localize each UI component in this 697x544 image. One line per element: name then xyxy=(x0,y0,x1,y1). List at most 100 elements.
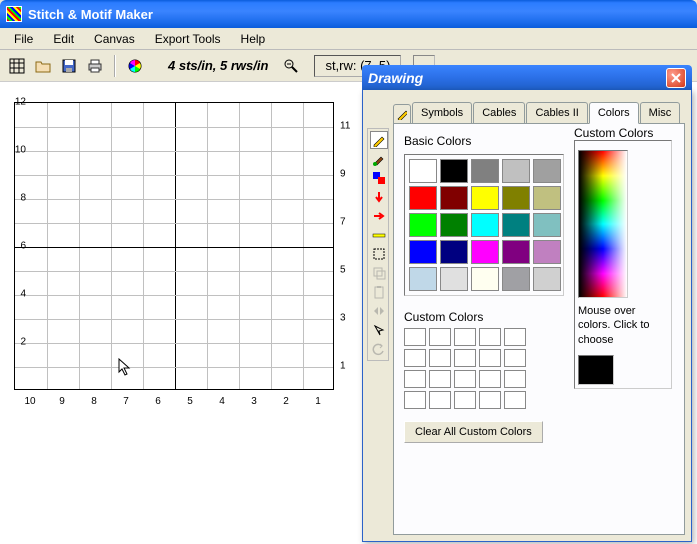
spectrum-hint: Mouse over colors. Click to choose xyxy=(578,304,668,347)
custom-swatch[interactable] xyxy=(404,370,426,388)
color-spectrum[interactable] xyxy=(578,150,628,298)
save-icon[interactable] xyxy=(58,55,80,77)
color-swatch[interactable] xyxy=(409,159,437,183)
color-swatch[interactable] xyxy=(533,213,561,237)
color-swatch[interactable] xyxy=(533,267,561,291)
menu-help[interactable]: Help xyxy=(231,29,276,49)
row-label-r: 9 xyxy=(340,169,346,180)
custom-swatch[interactable] xyxy=(504,391,526,409)
row-label-r: 7 xyxy=(340,217,346,228)
color-swatch[interactable] xyxy=(440,240,468,264)
move-tool-icon[interactable] xyxy=(370,321,388,339)
custom-swatch[interactable] xyxy=(454,328,476,346)
line-tool-icon[interactable] xyxy=(370,226,388,244)
custom-swatch[interactable] xyxy=(504,328,526,346)
color-swatch[interactable] xyxy=(502,213,530,237)
tab-colors[interactable]: Colors xyxy=(589,102,639,124)
tab-symbols[interactable]: Symbols xyxy=(412,102,472,123)
custom-swatch[interactable] xyxy=(454,391,476,409)
color-swatch[interactable] xyxy=(502,240,530,264)
custom-swatch[interactable] xyxy=(504,370,526,388)
custom-swatch[interactable] xyxy=(429,370,451,388)
row-label: 6 xyxy=(20,241,26,252)
menu-export-tools[interactable]: Export Tools xyxy=(145,29,231,49)
menu-edit[interactable]: Edit xyxy=(43,29,84,49)
tab-pencil[interactable] xyxy=(393,104,411,123)
color-swatch[interactable] xyxy=(471,186,499,210)
basic-color-grid xyxy=(409,159,559,291)
flip-tool-icon[interactable] xyxy=(370,302,388,320)
tab-cables[interactable]: Cables xyxy=(473,102,525,123)
paste-tool-icon[interactable] xyxy=(370,283,388,301)
undo-tool-icon[interactable] xyxy=(370,340,388,358)
color-swatch[interactable] xyxy=(409,213,437,237)
menu-file[interactable]: File xyxy=(4,29,43,49)
color-swatch[interactable] xyxy=(440,186,468,210)
pencil-tool-icon[interactable] xyxy=(370,131,388,149)
arrow-right-tool-icon[interactable] xyxy=(370,207,388,225)
color-swatch[interactable] xyxy=(440,213,468,237)
custom-swatch[interactable] xyxy=(454,370,476,388)
custom-swatch[interactable] xyxy=(404,349,426,367)
color-swatch[interactable] xyxy=(409,186,437,210)
custom-swatch[interactable] xyxy=(429,391,451,409)
brush-tool-icon[interactable] xyxy=(370,150,388,168)
drawing-panel-titlebar[interactable]: Drawing xyxy=(362,65,692,91)
select-tool-icon[interactable] xyxy=(370,245,388,263)
color-swatch[interactable] xyxy=(471,159,499,183)
row-label-r: 5 xyxy=(340,265,346,276)
color-swatch[interactable] xyxy=(533,240,561,264)
app-title: Stitch & Motif Maker xyxy=(28,7,153,22)
zoom-out-icon[interactable] xyxy=(280,55,302,77)
color-swatch[interactable] xyxy=(440,159,468,183)
custom-swatch[interactable] xyxy=(404,328,426,346)
tab-misc[interactable]: Misc xyxy=(640,102,681,123)
open-icon[interactable] xyxy=(32,55,54,77)
grid-wrap: 12 10 8 6 4 2 11 9 7 5 3 1 10 9 8 7 6 5 … xyxy=(14,102,354,390)
color-swatch[interactable] xyxy=(502,186,530,210)
row-label: 10 xyxy=(15,145,26,156)
custom-swatch[interactable] xyxy=(479,391,501,409)
color-swatch[interactable] xyxy=(533,186,561,210)
close-icon[interactable] xyxy=(666,68,686,88)
density-label: 4 sts/in, 5 rws/in xyxy=(168,58,268,73)
basic-colors-group xyxy=(404,154,564,296)
col-label: 6 xyxy=(155,396,161,407)
color-swatch[interactable] xyxy=(502,159,530,183)
menu-canvas[interactable]: Canvas xyxy=(84,29,145,49)
arrow-down-tool-icon[interactable] xyxy=(370,188,388,206)
color-swatch[interactable] xyxy=(409,240,437,264)
menubar: File Edit Canvas Export Tools Help xyxy=(0,28,697,50)
print-icon[interactable] xyxy=(84,55,106,77)
grid-icon[interactable] xyxy=(6,55,28,77)
col-label: 10 xyxy=(24,396,35,407)
clear-custom-colors-button[interactable]: Clear All Custom Colors xyxy=(404,421,543,443)
custom-swatch[interactable] xyxy=(429,349,451,367)
color-swatch[interactable] xyxy=(409,267,437,291)
color-swatch[interactable] xyxy=(471,240,499,264)
color-swatch[interactable] xyxy=(502,267,530,291)
col-label: 5 xyxy=(187,396,193,407)
row-label-r: 3 xyxy=(340,313,346,324)
copy-tool-icon[interactable] xyxy=(370,264,388,282)
row-label-r: 11 xyxy=(340,121,350,132)
stitch-grid[interactable] xyxy=(14,102,334,390)
color-swatch[interactable] xyxy=(533,159,561,183)
color-swatch[interactable] xyxy=(471,213,499,237)
color-wheel-icon[interactable] xyxy=(124,55,146,77)
custom-swatch[interactable] xyxy=(479,328,501,346)
fill-tool-icon[interactable] xyxy=(370,169,388,187)
custom-colors-group: Custom Colors Mouse over colors. Click t… xyxy=(574,126,672,389)
custom-swatch[interactable] xyxy=(504,349,526,367)
custom-swatch[interactable] xyxy=(429,328,451,346)
custom-swatch[interactable] xyxy=(479,349,501,367)
col-label: 9 xyxy=(59,396,65,407)
color-swatch[interactable] xyxy=(471,267,499,291)
custom-swatch[interactable] xyxy=(479,370,501,388)
custom-swatch[interactable] xyxy=(404,391,426,409)
col-label: 7 xyxy=(123,396,129,407)
tab-cables2[interactable]: Cables II xyxy=(526,102,587,123)
color-swatch[interactable] xyxy=(440,267,468,291)
col-label: 4 xyxy=(219,396,225,407)
custom-swatch[interactable] xyxy=(454,349,476,367)
